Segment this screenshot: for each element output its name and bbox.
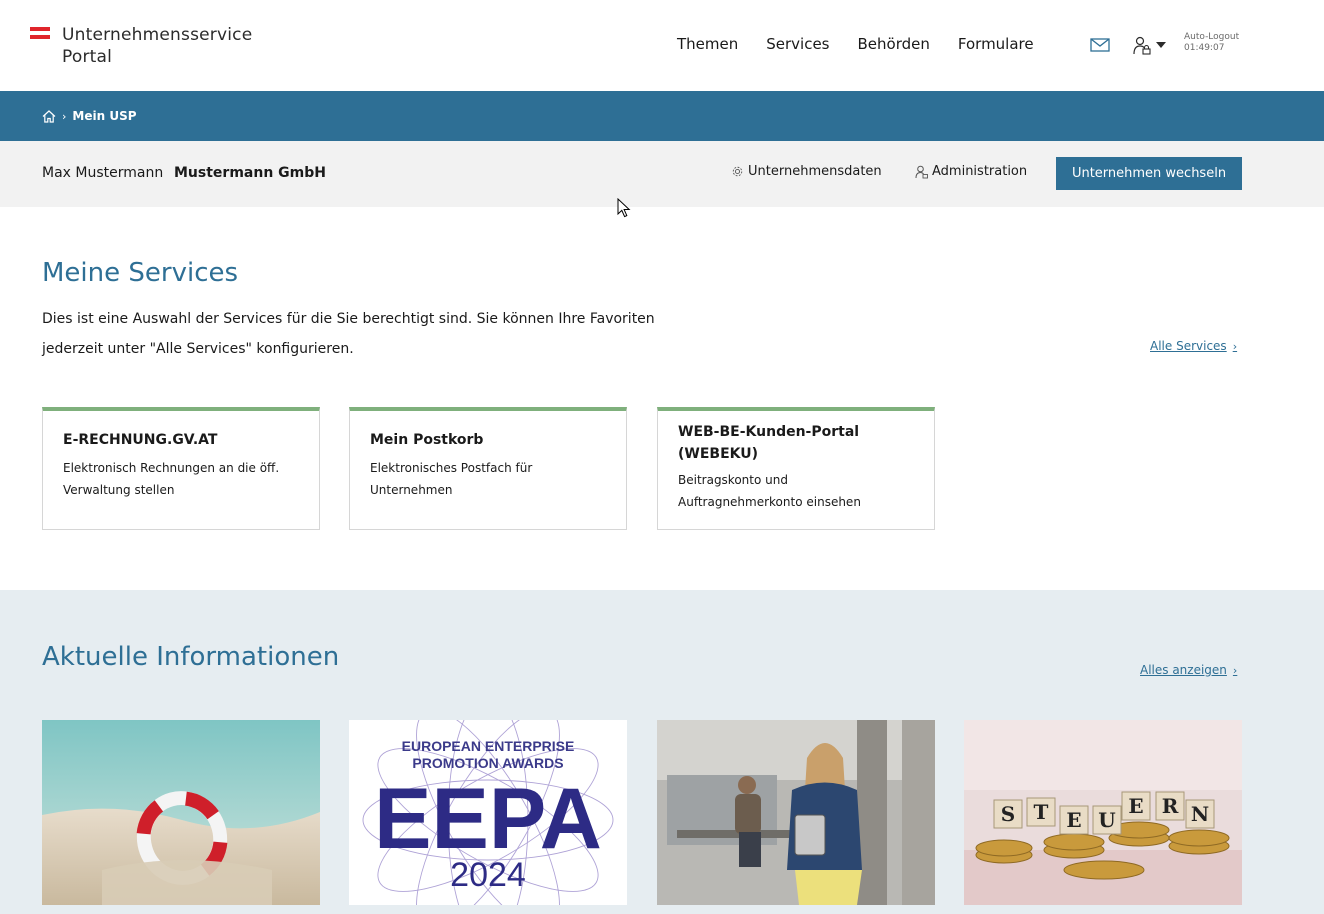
logo-line-1: Unternehmensservice (62, 25, 253, 45)
steuern-letter-n: N (1191, 802, 1209, 826)
company-name: Mustermann GmbH (174, 165, 326, 181)
nav-themen[interactable]: Themen (677, 35, 738, 53)
service-card-title: Mein Postkorb (370, 432, 484, 448)
service-card-title: WEB-BE-Kunden-Portal (WEBEKU) (678, 424, 860, 462)
all-services-label: Alle Services (1150, 339, 1227, 353)
auto-logout-time: 01:49:07 (1184, 43, 1225, 53)
austria-flag-icon (30, 27, 50, 39)
eepa-year: 2024 (450, 856, 526, 894)
services-description: Dies ist eine Auswahl der Services für d… (42, 311, 655, 357)
switch-company-button[interactable]: Unternehmen wechseln (1056, 157, 1242, 190)
eepa-line-1: EUROPEAN ENTERPRISE (402, 738, 575, 754)
main-nav: Themen Services Behörden Formulare (677, 35, 1062, 53)
service-card-title: E-RECHNUNG.GV.AT (63, 432, 218, 448)
service-card-desc: Elektronisch Rechnungen an die öff. Verw… (63, 461, 280, 497)
service-card-desc: Elektronisches Postfach für Unternehmen (370, 461, 533, 497)
eepa-line-2: PROMOTION AWARDS (412, 755, 563, 771)
account-bar: Max Mustermann Mustermann GmbH Unternehm… (0, 141, 1324, 207)
mail-icon[interactable] (1090, 38, 1110, 52)
news-image-eepa[interactable]: EUROPEAN ENTERPRISE PROMOTION AWARDS EEP… (349, 720, 627, 905)
chevron-right-icon: › (1232, 663, 1238, 677)
steuern-letter-t: T (1034, 800, 1049, 824)
chevron-right-icon: › (1232, 339, 1238, 353)
info-title: Aktuelle Informationen (42, 642, 340, 672)
administration-link[interactable]: Administration (915, 164, 1027, 179)
logo-line-2: Portal (62, 47, 113, 67)
auto-logout-label: Auto-Logout (1184, 32, 1240, 42)
service-card-webeku[interactable]: WEB-BE-Kunden-Portal (WEBEKU) Beitragsko… (657, 407, 935, 530)
all-services-link[interactable]: Alle Services › (1150, 339, 1237, 353)
gear-icon (732, 166, 743, 177)
company-data-link[interactable]: Unternehmensdaten (731, 164, 882, 179)
all-news-link[interactable]: Alles anzeigen › (1140, 663, 1237, 677)
all-news-label: Alles anzeigen (1140, 663, 1227, 677)
service-card-postkorb[interactable]: Mein Postkorb Elektronisches Postfach fü… (349, 407, 627, 530)
auto-logout: Auto-Logout 01:49:07 (1184, 32, 1239, 54)
home-icon[interactable] (42, 109, 56, 123)
news-image-office[interactable] (657, 720, 935, 905)
user-menu-button[interactable] (1132, 35, 1166, 55)
steuern-letter-e2: E (1128, 794, 1143, 818)
nav-behoerden[interactable]: Behörden (858, 35, 930, 53)
user-lock-icon (1133, 36, 1151, 55)
steuern-letter-r: R (1162, 794, 1179, 818)
administration-label: Administration (932, 164, 1028, 179)
user-name: Max Mustermann (42, 165, 164, 181)
nav-formulare[interactable]: Formulare (958, 35, 1034, 53)
steuern-letter-s: S (1001, 802, 1015, 826)
services-title: Meine Services (42, 258, 239, 288)
breadcrumb-separator-icon: › (62, 109, 67, 123)
portal-logo[interactable]: Unternehmensservice Portal (30, 24, 252, 68)
chevron-down-icon (1156, 42, 1166, 48)
breadcrumb-current: Mein USP (72, 109, 137, 123)
news-image-lifebuoy[interactable] (42, 720, 320, 905)
steuern-letter-u: U (1098, 808, 1115, 832)
nav-services[interactable]: Services (766, 35, 829, 53)
mouse-cursor-icon (617, 198, 631, 218)
service-card-desc: Beitragskonto und Auftragnehmerkonto ein… (678, 473, 861, 509)
news-image-steuern[interactable]: S T E U E R N (964, 720, 1242, 905)
user-admin-icon (915, 165, 928, 178)
service-card-erechnung[interactable]: E-RECHNUNG.GV.AT Elektronisch Rechnungen… (42, 407, 320, 530)
company-data-label: Unternehmensdaten (748, 164, 882, 179)
steuern-letter-e: E (1066, 808, 1081, 832)
breadcrumb: › Mein USP (0, 91, 1324, 141)
site-header: Unternehmensservice Portal Themen Servic… (0, 0, 1324, 91)
eepa-big: EEPA (374, 771, 602, 867)
